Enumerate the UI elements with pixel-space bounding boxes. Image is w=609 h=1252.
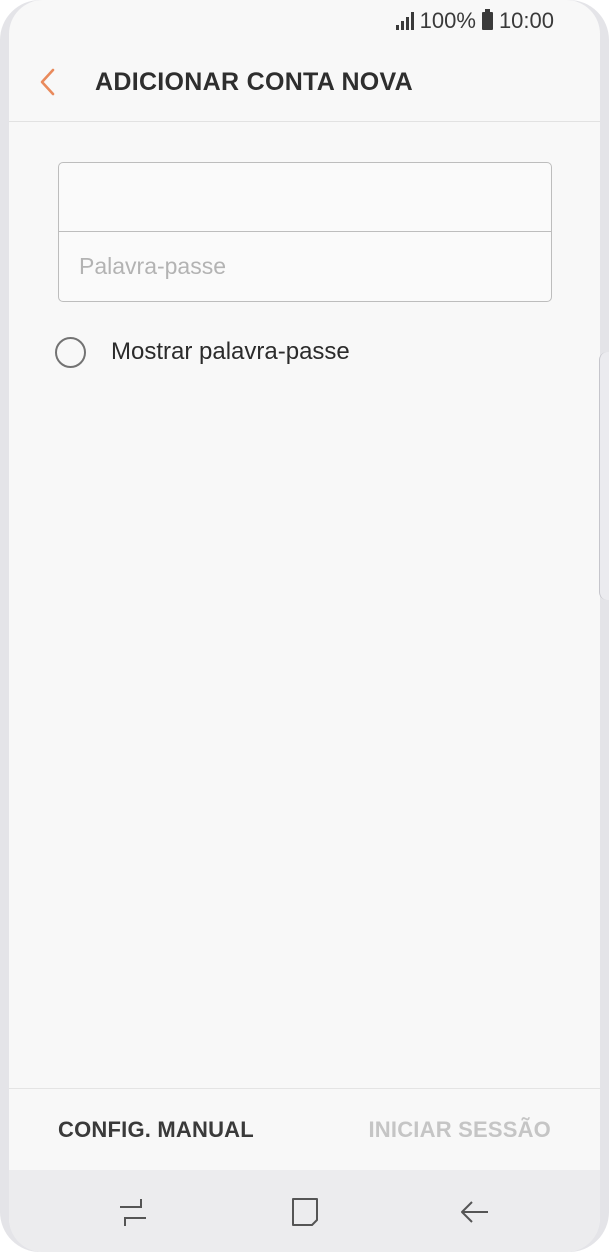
signal-icon xyxy=(395,12,414,30)
password-field[interactable] xyxy=(59,232,551,301)
back-nav-button[interactable] xyxy=(455,1192,495,1232)
home-button[interactable] xyxy=(285,1192,325,1232)
screen: 100% 10:00 ADICIONAR CONTA NOVA Mostrar … xyxy=(9,0,600,1252)
back-button[interactable] xyxy=(31,58,65,106)
side-edge xyxy=(599,352,609,600)
show-password-toggle[interactable]: Mostrar palavra-passe xyxy=(55,334,350,370)
chevron-left-icon xyxy=(40,68,55,96)
status-bar: 100% 10:00 xyxy=(395,6,554,36)
home-icon xyxy=(292,1198,318,1226)
battery-icon xyxy=(481,9,493,30)
manual-setup-button[interactable]: CONFIG. MANUAL xyxy=(58,1117,254,1143)
app-header: ADICIONAR CONTA NOVA xyxy=(9,46,600,122)
recent-apps-icon xyxy=(120,1199,146,1226)
clock: 10:00 xyxy=(498,8,554,33)
show-password-label: Mostrar palavra-passe xyxy=(111,338,350,365)
recent-apps-button[interactable] xyxy=(113,1192,153,1232)
navigation-bar xyxy=(9,1170,600,1252)
back-arrow-icon xyxy=(461,1201,488,1223)
sign-in-button[interactable]: INICIAR SESSÃO xyxy=(369,1117,552,1143)
page-title: ADICIONAR CONTA NOVA xyxy=(95,68,414,96)
action-bar: CONFIG. MANUAL INICIAR SESSÃO xyxy=(9,1088,600,1171)
credentials-form xyxy=(58,162,552,302)
show-password-checkbox[interactable] xyxy=(55,336,86,368)
phone-frame: 100% 10:00 ADICIONAR CONTA NOVA Mostrar … xyxy=(0,0,609,1252)
email-field[interactable] xyxy=(59,163,551,232)
battery-percentage: 100% xyxy=(419,8,476,33)
